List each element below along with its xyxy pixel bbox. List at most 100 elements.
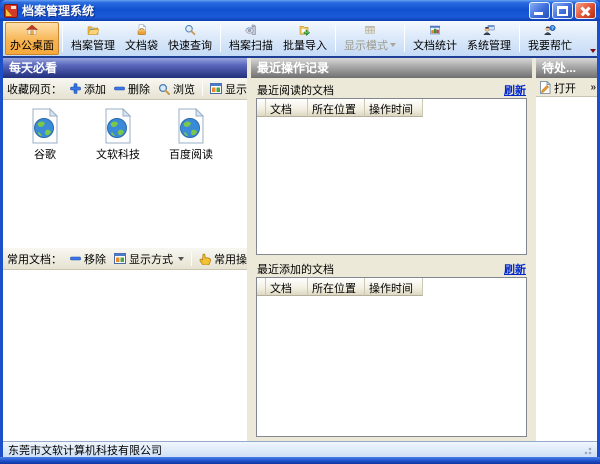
toolbar-help[interactable]: ? 我要帮忙 bbox=[523, 22, 577, 55]
pending-panel: 待处... 打开 » bbox=[536, 58, 597, 441]
common-docs-display-mode-button[interactable]: 显示方式 bbox=[111, 249, 187, 269]
button-label: 浏览 bbox=[173, 81, 195, 97]
import-icon bbox=[293, 24, 317, 36]
toolbar-separator bbox=[202, 81, 203, 96]
window-bottom-frame bbox=[0, 457, 600, 464]
favorite-item-google[interactable]: 谷歌 bbox=[13, 108, 77, 162]
add-favorite-button[interactable]: 添加 bbox=[67, 79, 109, 99]
daily-panel-header: 每天必看 bbox=[3, 58, 247, 78]
browse-favorite-button[interactable]: 浏览 bbox=[155, 79, 198, 99]
toolbar-archive-management[interactable]: 档案管理 bbox=[66, 22, 120, 55]
minimize-button[interactable] bbox=[529, 2, 550, 19]
toolbar-separator bbox=[191, 251, 192, 266]
plus-icon bbox=[70, 83, 81, 94]
common-docs-list[interactable] bbox=[3, 270, 247, 441]
table-header-row: 文档 所在位置 操作时间 bbox=[257, 278, 526, 296]
column-header-location[interactable]: 所在位置 bbox=[308, 99, 365, 117]
common-docs-label: 常用文档： bbox=[7, 251, 62, 267]
table-header-row: 文档 所在位置 操作时间 bbox=[257, 99, 526, 117]
hand-icon bbox=[199, 253, 211, 265]
help-icon: ? bbox=[538, 24, 562, 36]
app-logo-icon bbox=[4, 4, 18, 18]
toolbar-display-mode: 显示模式 bbox=[339, 22, 401, 55]
toolbar-label: 文档统计 bbox=[413, 37, 457, 53]
column-header-document[interactable]: 文档 bbox=[266, 278, 308, 296]
selector-column-header[interactable] bbox=[257, 99, 266, 117]
toolbar-label: 系统管理 bbox=[467, 37, 511, 53]
toolbar-document-stats[interactable]: 文档统计 bbox=[408, 22, 462, 55]
toolbar-archive-scan[interactable]: 档案扫描 bbox=[224, 22, 278, 55]
question-mark-glyph: ? bbox=[551, 26, 554, 31]
button-label: 添加 bbox=[84, 81, 106, 97]
maximize-button[interactable] bbox=[552, 2, 573, 19]
resize-grip[interactable] bbox=[582, 445, 592, 455]
app-window: 档案管理系统 办公桌面 档案管理 bbox=[0, 0, 600, 464]
favorite-item-baidu[interactable]: 百度阅读 bbox=[159, 108, 223, 162]
pending-list[interactable] bbox=[536, 96, 597, 441]
recent-operations-body: 最近阅读的文档 刷新 文档 所在位置 操作时间 最近添加的文档 刷新 bbox=[251, 78, 532, 441]
pending-panel-header: 待处... bbox=[536, 58, 597, 78]
favorite-item-wenruan[interactable]: 文软科技 bbox=[86, 108, 150, 162]
dropdown-arrow-icon bbox=[390, 43, 396, 47]
toolbar-label: 文档袋 bbox=[125, 37, 158, 53]
toolbar-office-desktop[interactable]: 办公桌面 bbox=[5, 22, 59, 55]
dropdown-arrow-icon bbox=[178, 257, 184, 261]
window-controls bbox=[529, 2, 596, 19]
display-mode-icon bbox=[358, 24, 382, 36]
company-name: 东莞市文软计算机科技有限公司 bbox=[8, 442, 162, 458]
column-header-time[interactable]: 操作时间 bbox=[365, 99, 423, 117]
window-title: 档案管理系统 bbox=[22, 2, 94, 19]
button-label: 显示方式 bbox=[129, 251, 173, 267]
daily-panel: 每天必看 收藏网页： 添加 删除 bbox=[3, 58, 247, 441]
scanner-icon bbox=[239, 24, 263, 36]
toolbar-document-bag[interactable]: 文档袋 bbox=[120, 22, 163, 55]
favorites-list: 谷歌 文软科技 bbox=[3, 100, 247, 248]
system-icon bbox=[477, 24, 501, 36]
toolbar-batch-import[interactable]: 批量导入 bbox=[278, 22, 332, 55]
stats-icon bbox=[423, 24, 447, 36]
toolbar-system-management[interactable]: 系统管理 bbox=[462, 22, 516, 55]
toolbar-label: 档案管理 bbox=[71, 37, 115, 53]
pending-panel-body: 打开 » bbox=[536, 78, 597, 441]
toolbar-label: 批量导入 bbox=[283, 37, 327, 53]
column-header-location[interactable]: 所在位置 bbox=[308, 278, 365, 296]
open-document-icon bbox=[539, 81, 551, 94]
status-bar: 东莞市文软计算机科技有限公司 bbox=[3, 441, 597, 457]
refresh-added-link[interactable]: 刷新 bbox=[504, 261, 526, 277]
content-area: 每天必看 收藏网页： 添加 删除 bbox=[3, 58, 597, 441]
recent-added-row: 最近添加的文档 刷新 bbox=[256, 260, 527, 277]
selector-column-header[interactable] bbox=[257, 278, 266, 296]
overflow-chevron-icon[interactable]: » bbox=[590, 82, 595, 93]
webpage-icon bbox=[29, 108, 61, 144]
display-grid-icon bbox=[114, 253, 126, 264]
toolbar-overflow-button[interactable] bbox=[590, 44, 597, 53]
favorite-item-label: 谷歌 bbox=[34, 146, 56, 162]
minus-icon bbox=[114, 83, 125, 94]
toolbar-separator bbox=[335, 25, 336, 52]
toolbar-label: 快速查询 bbox=[168, 37, 212, 53]
search-icon bbox=[178, 24, 202, 36]
toolbar-label: 办公桌面 bbox=[10, 37, 54, 53]
document-bag-icon bbox=[130, 24, 154, 36]
column-header-document[interactable]: 文档 bbox=[266, 99, 308, 117]
remove-common-doc-button[interactable]: 移除 bbox=[67, 249, 109, 269]
recent-read-label: 最近阅读的文档 bbox=[257, 82, 334, 98]
webpage-icon bbox=[102, 108, 134, 144]
pending-toolbar: 打开 » bbox=[536, 78, 597, 96]
button-label: 删除 bbox=[128, 81, 150, 97]
refresh-read-link[interactable]: 刷新 bbox=[504, 82, 526, 98]
recent-added-label: 最近添加的文档 bbox=[257, 261, 334, 277]
close-button[interactable] bbox=[575, 2, 596, 19]
column-header-time[interactable]: 操作时间 bbox=[365, 278, 423, 296]
minus-icon bbox=[70, 253, 81, 264]
recent-read-table[interactable]: 文档 所在位置 操作时间 bbox=[256, 98, 527, 255]
delete-favorite-button[interactable]: 删除 bbox=[111, 79, 153, 99]
toolbar-separator bbox=[519, 25, 520, 52]
display-grid-icon bbox=[210, 83, 222, 94]
recent-added-table[interactable]: 文档 所在位置 操作时间 bbox=[256, 277, 527, 437]
open-button[interactable]: 打开 bbox=[554, 80, 576, 96]
toolbar-quick-search[interactable]: 快速查询 bbox=[163, 22, 217, 55]
folder-icon bbox=[81, 24, 105, 36]
recent-read-row: 最近阅读的文档 刷新 bbox=[256, 81, 527, 98]
toolbar-separator bbox=[62, 25, 63, 52]
